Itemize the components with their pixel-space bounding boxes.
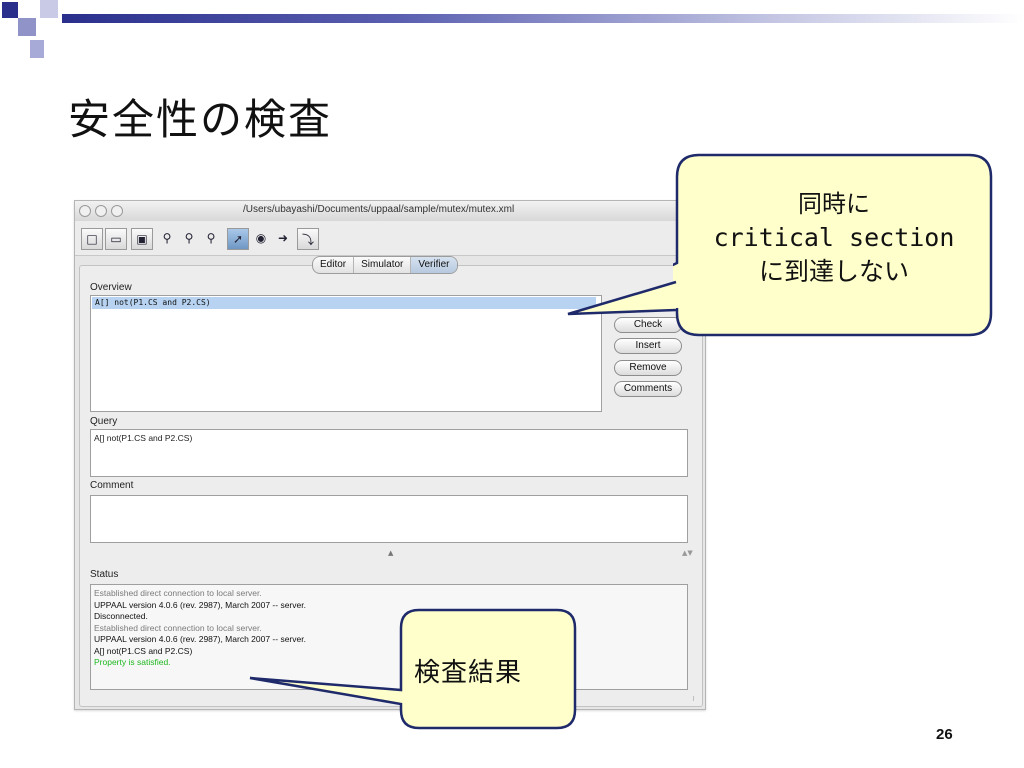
callout-critical-section-text: 同時に critical section に到達しない — [684, 188, 984, 288]
slide-top-bar — [62, 14, 1024, 23]
window-minimize-button[interactable] — [95, 205, 107, 217]
callout-result — [249, 608, 577, 730]
status-label: Status — [90, 569, 119, 580]
comment-field[interactable] — [90, 495, 688, 543]
location-tool-icon[interactable]: ◉ — [251, 228, 271, 248]
comments-button[interactable]: Comments — [614, 381, 682, 397]
overview-label: Overview — [90, 282, 132, 293]
window-title-bar[interactable]: /Users/ubayashi/Documents/uppaal/sample/… — [75, 201, 705, 222]
splitter-arrows-icon[interactable]: ▲▼ — [682, 549, 693, 557]
overview-query-row[interactable]: A[] not(P1.CS and P2.CS) — [92, 297, 596, 309]
toolbar: □ ▭ ▣ ⚲ ⚲ ⚲ ➚ ◉ ➜ ⤵ — [75, 221, 705, 256]
query-text: A[] not(P1.CS and P2.CS) — [94, 433, 193, 443]
zoom-fit-icon[interactable]: ⚲ — [201, 228, 221, 248]
resize-grip-icon[interactable]: ≀ — [692, 694, 695, 703]
window-close-button[interactable] — [79, 205, 91, 217]
query-label: Query — [90, 416, 118, 427]
zoom-in-icon[interactable]: ⚲ — [157, 228, 177, 248]
slide-decoration-square-1 — [2, 2, 18, 18]
callout-line-2: critical section — [713, 223, 955, 252]
select-tool-icon[interactable]: ➚ — [227, 228, 249, 250]
window-title: /Users/ubayashi/Documents/uppaal/sample/… — [243, 204, 515, 215]
nail-tool-icon[interactable]: ⤵ — [297, 228, 319, 250]
tab-editor[interactable]: Editor — [313, 257, 355, 273]
slide-decoration-square-3 — [40, 0, 58, 18]
query-field[interactable]: A[] not(P1.CS and P2.CS) — [90, 429, 688, 477]
save-icon[interactable]: ▣ — [131, 228, 153, 250]
overview-list[interactable]: A[] not(P1.CS and P2.CS) — [90, 295, 602, 412]
remove-button[interactable]: Remove — [614, 360, 682, 376]
callout-critical-section-pointer — [567, 280, 680, 316]
open-folder-icon[interactable]: ▭ — [105, 228, 127, 250]
slide-decoration-square-4 — [30, 40, 44, 58]
window-zoom-button[interactable] — [111, 205, 123, 217]
callout-line-1: 同時に — [798, 190, 870, 218]
zoom-out-icon[interactable]: ⚲ — [179, 228, 199, 248]
edge-tool-icon[interactable]: ➜ — [273, 228, 293, 248]
callout-result-text: 検査結果 — [414, 658, 523, 688]
tab-simulator[interactable]: Simulator — [354, 257, 412, 273]
mode-tabs: Editor Simulator Verifier — [312, 256, 458, 274]
slide-decoration-square-2 — [18, 18, 36, 36]
callout-line-3: に到達しない — [758, 257, 909, 286]
new-document-icon[interactable]: □ — [81, 228, 103, 250]
splitter-handle-icon[interactable]: ▲ — [388, 549, 393, 557]
page-number: 26 — [936, 726, 953, 743]
tab-verifier[interactable]: Verifier — [411, 257, 457, 273]
status-line: Established direct connection to local s… — [94, 588, 262, 598]
slide-title: 安全性の検査 — [68, 95, 333, 144]
insert-button[interactable]: Insert — [614, 338, 682, 354]
comment-label: Comment — [90, 480, 134, 491]
